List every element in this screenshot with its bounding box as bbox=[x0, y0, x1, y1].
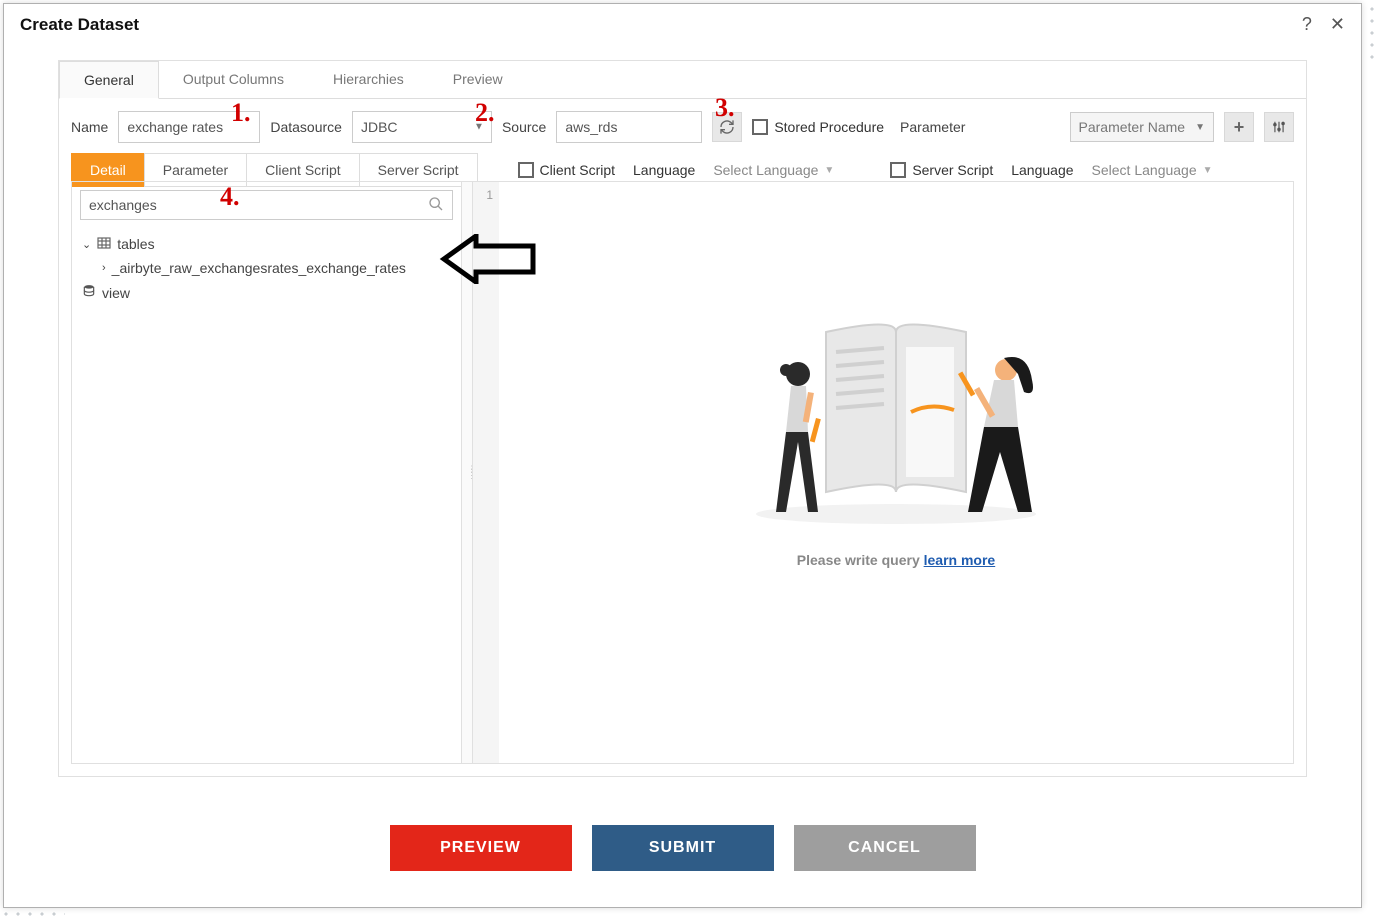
client-language-label: Language bbox=[633, 162, 695, 178]
tree-table-item-label: _airbyte_raw_exchangesrates_exchange_rat… bbox=[112, 260, 406, 276]
line-number-1: 1 bbox=[486, 188, 493, 202]
tab-output-columns[interactable]: Output Columns bbox=[159, 61, 309, 98]
query-editor[interactable]: Please write query learn more bbox=[499, 182, 1293, 763]
help-icon[interactable]: ? bbox=[1302, 14, 1312, 35]
tree-tables-label: tables bbox=[117, 236, 154, 252]
client-script-label: Client Script bbox=[540, 162, 615, 178]
tree-node-view[interactable]: view bbox=[80, 280, 453, 305]
main-split: ⌄ tables › _airbyte_raw_exchangesrates_e… bbox=[71, 181, 1294, 764]
splitter-handle[interactable]: ⋮⋮⋮⋮⋮⋮ bbox=[462, 182, 472, 763]
chevron-down-icon: ▼ bbox=[1195, 122, 1205, 133]
close-icon[interactable]: ✕ bbox=[1330, 14, 1345, 35]
submit-button[interactable]: SUBMIT bbox=[592, 825, 774, 871]
editor-pane: 1 bbox=[472, 182, 1293, 763]
search-box bbox=[80, 190, 453, 220]
name-input[interactable] bbox=[118, 111, 260, 143]
book-illustration-icon bbox=[736, 312, 1056, 532]
tab-preview[interactable]: Preview bbox=[429, 61, 528, 98]
tree-node-tables[interactable]: ⌄ tables bbox=[80, 232, 453, 256]
line-gutter: 1 bbox=[473, 182, 499, 763]
add-parameter-button[interactable]: + bbox=[1224, 112, 1254, 142]
cancel-button[interactable]: CANCEL bbox=[794, 825, 976, 871]
parameter-label: Parameter bbox=[900, 119, 965, 135]
source-label: Source bbox=[502, 119, 546, 135]
editor-placeholder: Please write query learn more bbox=[499, 312, 1293, 568]
tab-general[interactable]: General bbox=[59, 61, 159, 99]
chevron-down-icon: ▼ bbox=[1203, 165, 1213, 176]
server-script-label: Server Script bbox=[912, 162, 993, 178]
tab-hierarchies[interactable]: Hierarchies bbox=[309, 61, 429, 98]
chevron-right-icon: › bbox=[102, 262, 106, 274]
create-dataset-dialog: Create Dataset ? ✕ General Output Column… bbox=[3, 3, 1362, 908]
content-area: General Output Columns Hierarchies Previ… bbox=[58, 60, 1307, 777]
database-icon bbox=[82, 284, 96, 301]
tree-view-label: view bbox=[102, 285, 130, 301]
stored-procedure-label: Stored Procedure bbox=[774, 119, 884, 135]
search-input[interactable] bbox=[81, 197, 420, 213]
datasource-label: Datasource bbox=[270, 119, 342, 135]
editor-placeholder-text: Please write query bbox=[797, 552, 924, 568]
preview-button[interactable]: PREVIEW bbox=[390, 825, 572, 871]
form-row: Name Datasource ▼ Source Stored Procedur… bbox=[59, 99, 1306, 153]
tree: ⌄ tables › _airbyte_raw_exchangesrates_e… bbox=[72, 228, 461, 309]
parameter-name-select[interactable]: Parameter Name ▼ bbox=[1070, 112, 1215, 142]
tree-pane: ⌄ tables › _airbyte_raw_exchangesrates_e… bbox=[72, 182, 462, 763]
stored-procedure-checkbox[interactable] bbox=[752, 119, 768, 135]
name-label: Name bbox=[71, 119, 108, 135]
sliders-icon bbox=[1272, 120, 1286, 134]
footer-buttons: PREVIEW SUBMIT CANCEL bbox=[4, 825, 1361, 871]
table-icon bbox=[97, 236, 111, 252]
learn-more-link[interactable]: learn more bbox=[924, 552, 996, 568]
chevron-down-icon: ⌄ bbox=[82, 238, 91, 251]
title-bar: Create Dataset ? ✕ bbox=[4, 4, 1361, 41]
dialog-title: Create Dataset bbox=[20, 15, 139, 35]
datasource-select[interactable] bbox=[352, 111, 492, 143]
client-script-checkbox[interactable] bbox=[518, 162, 534, 178]
search-icon[interactable] bbox=[420, 196, 452, 215]
script-controls: Client Script Language Select Language ▼… bbox=[518, 162, 1213, 178]
server-language-label: Language bbox=[1011, 162, 1073, 178]
tab-bar: General Output Columns Hierarchies Previ… bbox=[59, 61, 1306, 99]
parameter-name-text: Parameter Name bbox=[1079, 119, 1186, 135]
source-input[interactable] bbox=[556, 111, 702, 143]
client-language-select[interactable]: Select Language ▼ bbox=[713, 162, 834, 178]
refresh-button[interactable] bbox=[712, 112, 742, 142]
tree-node-table-item[interactable]: › _airbyte_raw_exchangesrates_exchange_r… bbox=[80, 256, 453, 280]
server-language-select[interactable]: Select Language ▼ bbox=[1092, 162, 1213, 178]
refresh-icon bbox=[719, 119, 735, 135]
chevron-down-icon: ▼ bbox=[824, 165, 834, 176]
settings-sliders-button[interactable] bbox=[1264, 112, 1294, 142]
server-script-checkbox[interactable] bbox=[890, 162, 906, 178]
